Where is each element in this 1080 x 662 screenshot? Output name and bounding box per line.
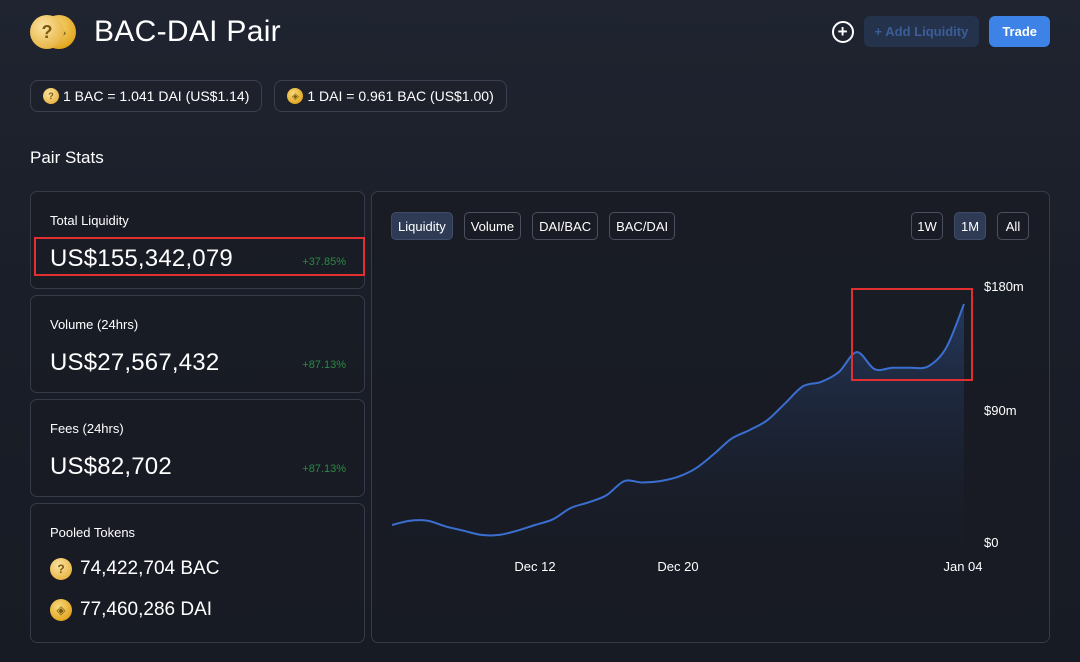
- y-tick-label: $90m: [984, 403, 1017, 418]
- liquidity-chart: $180m $90m $0 Dec 12 Dec 20 Jan 04: [391, 279, 1024, 574]
- rate-text: 1 BAC = 1.041 DAI (US$1.14): [63, 88, 250, 104]
- exchange-rates: ? 1 BAC = 1.041 DAI (US$1.14) ◈ 1 DAI = …: [30, 80, 507, 112]
- pair-header: ? ◈ BAC-DAI Pair: [30, 14, 281, 50]
- pooled-token-amount: 74,422,704 BAC: [80, 558, 220, 579]
- section-title: Pair Stats: [30, 148, 104, 167]
- dai-coin-icon: ◈: [50, 599, 72, 621]
- top-actions: + + Add Liquidity Trade: [831, 16, 1050, 47]
- bac-coin-icon: ?: [50, 558, 72, 580]
- bac-coin-icon: ?: [43, 88, 59, 104]
- chart-plot-area: $180m $90m $0 Dec 12 Dec 20 Jan 04: [391, 279, 1024, 574]
- pooled-tokens-card: Pooled Tokens ? 74,422,704 BAC ◈ 77,460,…: [30, 503, 365, 643]
- x-tick-label: Jan 04: [943, 559, 982, 574]
- stat-change: +87.13%: [302, 463, 346, 475]
- pooled-token-amount: 77,460,286 DAI: [80, 599, 213, 620]
- chart-panel: Liquidity Volume DAI/BAC BAC/DAI 1W 1M A…: [371, 191, 1050, 643]
- total-liquidity-card: Total Liquidity US$155,342,079 +37.85%: [30, 191, 365, 289]
- page-title: BAC-DAI Pair: [94, 15, 281, 48]
- dai-coin-icon: ◈: [287, 88, 304, 104]
- stat-label: Pooled Tokens: [50, 525, 136, 540]
- add-circle-icon[interactable]: +: [831, 20, 854, 43]
- pooled-token-row: ? 74,422,704 BAC: [50, 558, 219, 580]
- x-tick-label: Dec 12: [514, 559, 555, 574]
- y-tick-label: $180m: [984, 279, 1024, 294]
- add-liquidity-button[interactable]: + Add Liquidity: [863, 16, 980, 47]
- stat-label: Total Liquidity: [50, 213, 129, 228]
- bac-coin-icon: ?: [30, 15, 64, 49]
- highlight-box: [34, 237, 365, 276]
- rate-bac-dai[interactable]: ? 1 BAC = 1.041 DAI (US$1.14): [30, 80, 263, 112]
- fees-card: Fees (24hrs) US$82,702 +87.13%: [30, 399, 365, 497]
- x-tick-label: Dec 20: [657, 559, 698, 574]
- stat-value: US$27,567,432: [50, 349, 220, 376]
- y-tick-label: $0: [984, 535, 998, 550]
- rate-text: 1 DAI = 0.961 BAC (US$1.00): [307, 88, 494, 104]
- stat-label: Volume (24hrs): [50, 317, 139, 332]
- pooled-token-row: ◈ 77,460,286 DAI: [50, 599, 212, 621]
- stat-change: +87.13%: [302, 359, 346, 371]
- rate-dai-bac[interactable]: ◈ 1 DAI = 0.961 BAC (US$1.00): [274, 80, 507, 112]
- trade-button[interactable]: Trade: [989, 16, 1050, 47]
- stat-value: US$82,702: [50, 453, 172, 480]
- liquidity-area: [392, 304, 964, 542]
- pair-logo: ? ◈: [30, 14, 78, 50]
- stat-label: Fees (24hrs): [50, 421, 124, 436]
- volume-card: Volume (24hrs) US$27,567,432 +87.13%: [30, 295, 365, 393]
